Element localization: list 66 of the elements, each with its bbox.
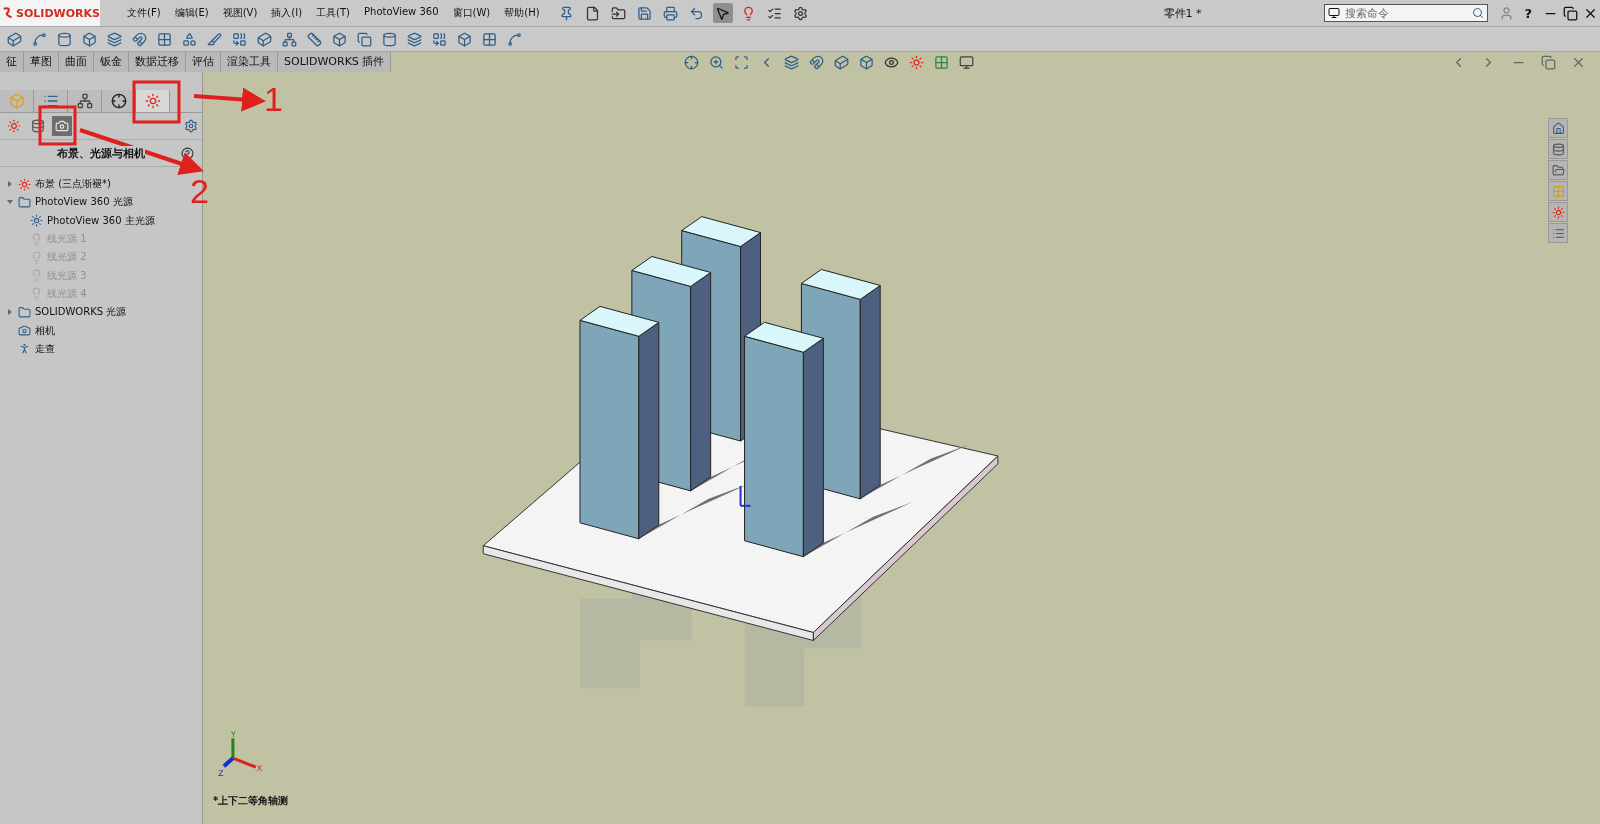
properties-icon[interactable] [1548, 223, 1568, 243]
camera-icon [18, 324, 31, 337]
sun-icon [30, 214, 43, 228]
expand-toggle-icon[interactable] [6, 180, 14, 189]
z-axis-label: Z [217, 769, 224, 779]
annotation-number: 2 [190, 172, 209, 211]
bulb-icon [30, 232, 43, 246]
tree-item[interactable]: PhotoView 360 主光源 [47, 213, 155, 228]
panel-tab[interactable] [102, 90, 136, 112]
command-tab[interactable]: 征 [0, 52, 24, 72]
library-icon[interactable] [1548, 139, 1568, 159]
search-field[interactable]: 搜索命令 [1324, 4, 1489, 22]
help-menu[interactable]: ? [1524, 5, 1532, 21]
origin-axes-icon [739, 484, 752, 507]
panel-sub-tab[interactable] [52, 116, 72, 136]
help-icon[interactable] [181, 146, 194, 160]
camera-icon [55, 119, 69, 133]
database-icon [31, 119, 45, 133]
tree-item[interactable]: 走查 [35, 341, 55, 356]
folder-icon[interactable] [1548, 160, 1568, 180]
search-icon[interactable] [1472, 7, 1485, 19]
tree-icon [76, 93, 93, 109]
home-icon[interactable] [1548, 118, 1568, 138]
panel-title: 布景、光源与相机 [57, 145, 145, 161]
menu-item[interactable]: 帮助(H) [501, 4, 543, 22]
axis-triad-icon [222, 738, 257, 769]
tree-item[interactable]: SOLIDWORKS 光源 [35, 305, 127, 320]
expand-toggle-icon[interactable] [6, 308, 14, 317]
list-icon [42, 93, 59, 109]
view-label: *上下二等角轴测 [213, 794, 289, 808]
settings-icon[interactable] [184, 119, 198, 133]
part-icon [8, 93, 25, 109]
menu-item[interactable]: 工具(T) [313, 4, 354, 22]
command-tab[interactable]: SOLIDWORKS 插件 [278, 52, 392, 72]
tree-item[interactable]: PhotoView 360 光源 [35, 195, 133, 210]
bulb-icon [30, 287, 43, 301]
highlight-frame [38, 105, 77, 146]
bulb-icon [30, 250, 43, 264]
command-tab[interactable]: 曲面 [59, 52, 94, 72]
folder-icon [18, 195, 31, 209]
logo-icon [2, 5, 15, 21]
x-axis-label: X [256, 764, 263, 774]
menu-item[interactable]: PhotoView 360 [361, 4, 442, 22]
command-tab[interactable]: 数据迁移 [129, 52, 186, 72]
bulb-icon [30, 269, 43, 283]
document-title: 零件1 * [1162, 5, 1203, 21]
menu-item[interactable]: 视图(V) [219, 4, 261, 22]
menu-item[interactable]: 编辑(E) [171, 4, 212, 22]
command-tab[interactable]: 钣金 [94, 52, 129, 72]
logo: SOLIDWORKS [16, 6, 100, 20]
crosshair-icon [110, 93, 127, 109]
menu-item[interactable]: 窗口(W) [449, 4, 494, 22]
command-tab[interactable]: 评估 [186, 52, 221, 72]
panel-tab[interactable] [68, 90, 102, 112]
menu-item[interactable]: 插入(I) [268, 4, 306, 22]
folder-icon [18, 305, 31, 319]
annotation-number: 1 [264, 80, 283, 119]
walker-icon [18, 342, 31, 356]
highlight-frame [132, 80, 181, 124]
menu-item[interactable]: 文件(F) [124, 4, 164, 22]
command-tab[interactable]: 渲染工具 [221, 52, 278, 72]
select-icon[interactable] [712, 3, 733, 23]
tree-item[interactable]: 布景 (三点渐褪*) [35, 177, 111, 192]
command-tab[interactable]: 草图 [24, 52, 59, 72]
tree-item[interactable]: 相机 [35, 323, 55, 338]
y-axis-label: Y [230, 730, 236, 740]
